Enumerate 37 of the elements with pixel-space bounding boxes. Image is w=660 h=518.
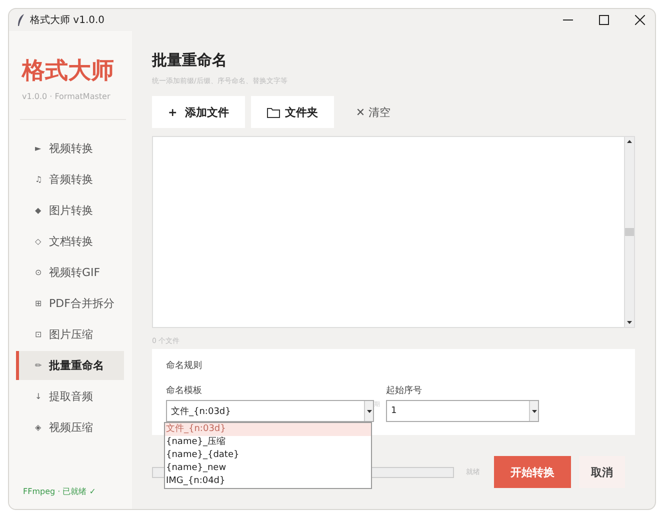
rules-title: 命名规则 — [166, 360, 203, 372]
sidebar-item[interactable]: ◆ 图片转换 — [16, 196, 124, 225]
folder-icon — [266, 106, 280, 118]
sidebar-item[interactable]: ♫ 音频转换 — [16, 165, 124, 194]
scrollbar[interactable] — [624, 137, 634, 327]
scroll-thumb[interactable] — [625, 228, 634, 236]
sidebar-item[interactable]: ◈ 视频压缩 — [16, 413, 124, 442]
sidebar-item[interactable]: ✏ 批量重命名 — [16, 351, 124, 380]
cancel-button[interactable]: 取消 — [579, 456, 625, 488]
sidebar-item[interactable]: ↓ 提取音频 — [16, 382, 124, 411]
close-icon[interactable] — [635, 15, 645, 25]
caret-icon — [532, 410, 536, 412]
sidebar-item[interactable]: ⊙ 视频转GIF — [16, 258, 124, 287]
template-dropdown[interactable]: 文件_{n:03d} — [166, 400, 374, 422]
sidebar-item[interactable]: ⊞ PDF合并拆分 — [16, 289, 124, 318]
folder-button[interactable]: 文件夹 — [250, 96, 334, 128]
page-title: 批量重命名 — [152, 51, 228, 70]
version-text: v1.0.0 · FormatMaster — [22, 92, 112, 101]
dropdown-option[interactable]: {name}_压缩 — [165, 436, 371, 449]
dropdown-option[interactable]: IMG_{n:04d} — [165, 475, 371, 488]
template-label: 命名模板 — [166, 384, 203, 397]
window-title: 格式大师 v1.0.0 — [30, 14, 105, 27]
dropdown-option[interactable]: {name}_new — [165, 462, 371, 475]
clear-button[interactable]: ✕ 清空 — [340, 96, 407, 128]
app-logo: 格式大师 — [22, 57, 115, 86]
start-button[interactable]: 开始转换 — [494, 456, 571, 488]
status-text: FFmpeg · 已就绪 ✓ — [23, 486, 97, 497]
feather-icon — [17, 14, 25, 26]
sidebar-item[interactable]: ◇ 文档转换 — [16, 227, 124, 256]
sidebar-item[interactable]: ► 视频转换 — [16, 134, 124, 163]
caret-icon — [366, 410, 372, 412]
start-number-field[interactable]: 1 — [386, 400, 539, 422]
start-label: 起始序号 — [386, 384, 423, 397]
dropdown-option[interactable]: {name}_{date} — [165, 449, 371, 462]
add-file-button[interactable]: + 添加文件 — [152, 96, 245, 128]
sidebar-item[interactable]: ⊡ 图片压缩 — [16, 320, 124, 349]
maximize-icon[interactable] — [599, 15, 609, 25]
